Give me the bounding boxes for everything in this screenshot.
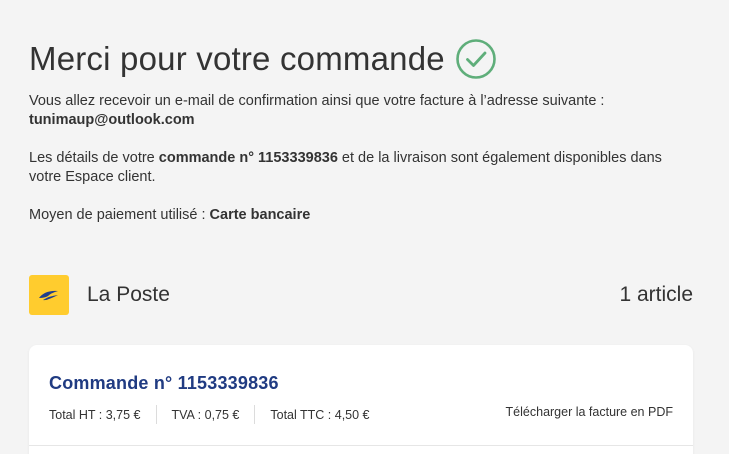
email-intro: Vous allez recevoir un e-mail de confirm… [29, 93, 605, 109]
tva: TVA : 0,75 € [171, 407, 240, 422]
email-confirmation-text: Vous allez recevoir un e-mail de confirm… [29, 92, 709, 130]
divider [155, 405, 157, 424]
payment-label: Moyen de paiement utilisé : [29, 207, 210, 223]
carrier-name: La Poste [87, 283, 170, 306]
order-confirmation-page: Merci pour votre commande Vous allez rec… [0, 0, 729, 454]
order-details-text: Les détails de votre commande n° 1153339… [29, 149, 669, 187]
card-divider [29, 445, 693, 446]
carrier-row: La Poste 1 article [29, 275, 693, 315]
payment-method: Carte bancaire [209, 207, 311, 223]
total-ttc: Total TTC : 4,50 € [270, 407, 370, 422]
order-card: Commande n° 1153339836 Total HT : 3,75 €… [29, 345, 693, 454]
check-circle-icon [455, 38, 497, 80]
la-poste-logo [29, 275, 69, 315]
order-totals: Total HT : 3,75 € TVA : 0,75 € Total TTC… [49, 405, 370, 424]
page-title: Merci pour votre commande [29, 40, 445, 77]
title-row: Merci pour votre commande [29, 38, 497, 80]
payment-method-text: Moyen de paiement utilisé : Carte bancai… [29, 206, 709, 225]
total-ht: Total HT : 3,75 € [49, 407, 141, 422]
customer-email: tunimaup@outlook.com [29, 112, 195, 128]
order-reference: commande n° 1153339836 [158, 150, 338, 166]
order-card-title: Commande n° 1153339836 [49, 373, 279, 393]
download-invoice-link[interactable]: Télécharger la facture en PDF [506, 405, 673, 419]
divider [254, 405, 256, 424]
article-count: 1 article [619, 283, 693, 306]
details-prefix: Les détails de votre [29, 150, 159, 166]
